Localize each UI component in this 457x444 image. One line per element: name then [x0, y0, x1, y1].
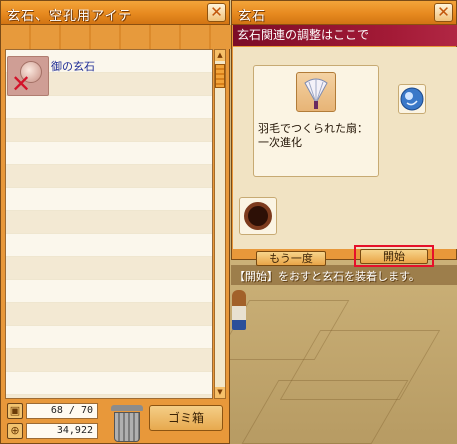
genseki-titlebar[interactable]: 玄石 ✕	[232, 1, 456, 25]
blue-orb-icon	[400, 87, 424, 111]
genseki-close-button[interactable]: ✕	[434, 3, 453, 22]
hint-text: 玄石関連の調整はここで	[237, 28, 370, 42]
genseki-panel: 羽毛でつくられた扇：一次進化	[233, 47, 457, 249]
inventory-tab-strip	[1, 25, 231, 49]
inventory-window: 玄石、空孔用アイテ ✕ ✕ 御の玄石 ▲ ▼ ▣ 68 / 70 ⊕ 34,92…	[0, 0, 231, 444]
capacity-value: 68 / 70	[26, 403, 98, 419]
start-button-highlight: 開始	[354, 245, 434, 267]
genseki-socket-slot[interactable]	[239, 197, 277, 235]
box-icon: ▣	[7, 403, 23, 419]
feather-fan-icon	[296, 72, 336, 112]
dark-ring-icon	[244, 202, 272, 230]
target-item-box[interactable]: 羽毛でつくられた扇：一次進化	[253, 65, 379, 177]
capacity-row: ▣ 68 / 70	[7, 403, 98, 420]
genseki-hint: 玄石関連の調整はここで	[233, 25, 457, 46]
start-button[interactable]: 開始	[360, 249, 428, 264]
inventory-scrollbar[interactable]: ▲ ▼	[214, 49, 226, 399]
red-x-icon: ✕	[11, 70, 32, 98]
money-row: ⊕ 34,922	[7, 423, 98, 440]
player-character	[232, 290, 246, 330]
item-description: 羽毛でつくられた扇：一次進化	[258, 122, 368, 149]
inventory-close-button[interactable]: ✕	[207, 3, 226, 22]
genseki-window: 玄石 ✕ 玄石関連の調整はここで 羽毛でつくられた扇：一次進化	[231, 0, 457, 260]
instruction-text: 【開始】をおすと玄石を装着します。	[234, 270, 420, 283]
material-slot[interactable]	[398, 84, 426, 114]
list-item[interactable]: ✕ 御の玄石	[7, 54, 212, 98]
trash-button[interactable]: ゴミ箱	[149, 405, 223, 431]
item-thumbnail: ✕	[7, 56, 49, 96]
item-name: 御の玄石	[51, 60, 95, 73]
coin-icon: ⊕	[7, 423, 23, 439]
scroll-down-arrow-icon[interactable]: ▼	[215, 387, 225, 398]
inventory-titlebar[interactable]: 玄石、空孔用アイテ ✕	[1, 1, 229, 25]
trash-can-icon[interactable]	[111, 403, 143, 443]
retry-button[interactable]: もう一度	[256, 251, 326, 266]
inventory-title: 玄石、空孔用アイテ	[7, 9, 133, 24]
genseki-title: 玄石	[238, 9, 267, 24]
scroll-thumb[interactable]	[215, 64, 225, 88]
inventory-list[interactable]: ✕ 御の玄石	[5, 49, 213, 399]
scroll-up-arrow-icon[interactable]: ▲	[215, 50, 225, 61]
money-value: 34,922	[26, 423, 98, 439]
